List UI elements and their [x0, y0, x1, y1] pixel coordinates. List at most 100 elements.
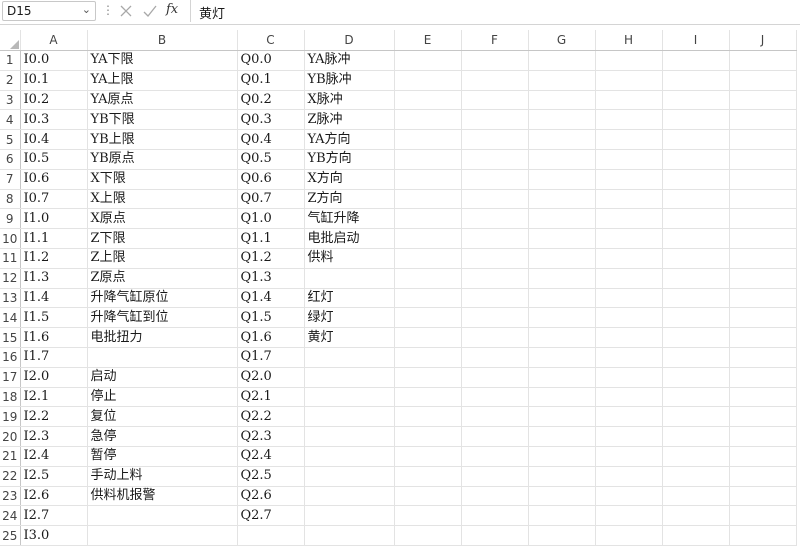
cell-b[interactable]: 启动: [87, 367, 238, 388]
cell-b[interactable]: 暂停: [87, 446, 238, 467]
cell-b[interactable]: 供料机报警: [87, 486, 238, 507]
cell-g[interactable]: [528, 288, 596, 309]
cell-e[interactable]: [394, 426, 462, 447]
cell-f[interactable]: [461, 268, 529, 289]
row-header[interactable]: 24: [0, 505, 21, 527]
cell-e[interactable]: [394, 505, 462, 527]
cell-a[interactable]: I0.4: [20, 129, 88, 150]
cell-e[interactable]: [394, 486, 462, 507]
cell-h[interactable]: [595, 228, 663, 249]
cell-a[interactable]: I0.1: [20, 70, 88, 91]
name-box[interactable]: D15 ⌄: [2, 1, 96, 21]
cell-g[interactable]: [528, 426, 596, 447]
row-header[interactable]: 4: [0, 109, 21, 131]
cell-d[interactable]: X方向: [304, 169, 395, 190]
cell-b[interactable]: 急停: [87, 426, 238, 447]
cell-i[interactable]: [662, 426, 730, 447]
cell-g[interactable]: [528, 129, 596, 150]
cell-h[interactable]: [595, 446, 663, 467]
column-header-b[interactable]: B: [87, 30, 238, 51]
cell-i[interactable]: [662, 367, 730, 388]
row-header[interactable]: 18: [0, 387, 21, 408]
cell-h[interactable]: [595, 169, 663, 190]
cell-f[interactable]: [461, 50, 529, 71]
cell-f[interactable]: [461, 486, 529, 507]
cell-b[interactable]: YB下限: [87, 109, 238, 131]
cell-j[interactable]: [729, 90, 797, 111]
cell-j[interactable]: [729, 129, 797, 150]
cell-g[interactable]: [528, 169, 596, 190]
cell-d[interactable]: 供料: [304, 248, 395, 269]
cell-g[interactable]: [528, 149, 596, 170]
column-header-f[interactable]: F: [461, 30, 529, 51]
row-header[interactable]: 20: [0, 426, 21, 447]
cell-g[interactable]: [528, 387, 596, 408]
cell-f[interactable]: [461, 208, 529, 230]
cell-b[interactable]: 手动上料: [87, 466, 238, 487]
cell-d[interactable]: 红灯: [304, 288, 395, 309]
cell-f[interactable]: [461, 446, 529, 467]
cell-i[interactable]: [662, 525, 730, 546]
cell-h[interactable]: [595, 129, 663, 150]
cell-h[interactable]: [595, 189, 663, 210]
cell-h[interactable]: [595, 149, 663, 170]
cell-b[interactable]: YA原点: [87, 90, 238, 111]
cell-d[interactable]: YB脉冲: [304, 70, 395, 91]
formula-input[interactable]: 黄灯: [190, 0, 800, 22]
cell-i[interactable]: [662, 347, 730, 368]
cell-h[interactable]: [595, 307, 663, 329]
cell-g[interactable]: [528, 466, 596, 487]
select-all-corner[interactable]: [0, 30, 21, 51]
cell-f[interactable]: [461, 228, 529, 249]
cell-c[interactable]: Q1.5: [237, 307, 305, 329]
cell-e[interactable]: [394, 347, 462, 368]
cell-i[interactable]: [662, 149, 730, 170]
row-header[interactable]: 21: [0, 446, 21, 467]
cell-e[interactable]: [394, 70, 462, 91]
cell-f[interactable]: [461, 169, 529, 190]
cell-f[interactable]: [461, 347, 529, 368]
cell-b[interactable]: 升降气缸到位: [87, 307, 238, 329]
cell-g[interactable]: [528, 208, 596, 230]
cell-j[interactable]: [729, 50, 797, 71]
cell-d[interactable]: [304, 505, 395, 527]
column-header-j[interactable]: J: [729, 30, 797, 51]
cell-h[interactable]: [595, 525, 663, 546]
cell-d[interactable]: [304, 268, 395, 289]
cell-j[interactable]: [729, 268, 797, 289]
cell-f[interactable]: [461, 189, 529, 210]
row-header[interactable]: 23: [0, 486, 21, 507]
cell-h[interactable]: [595, 288, 663, 309]
cell-a[interactable]: I1.7: [20, 347, 88, 368]
cell-f[interactable]: [461, 525, 529, 546]
cell-h[interactable]: [595, 109, 663, 131]
cell-a[interactable]: I1.4: [20, 288, 88, 309]
cell-c[interactable]: Q0.4: [237, 129, 305, 150]
cell-e[interactable]: [394, 129, 462, 150]
cell-f[interactable]: [461, 505, 529, 527]
cell-c[interactable]: Q1.2: [237, 248, 305, 269]
cell-a[interactable]: I1.6: [20, 327, 88, 348]
confirm-icon[interactable]: [142, 2, 158, 20]
cell-e[interactable]: [394, 149, 462, 170]
cell-g[interactable]: [528, 70, 596, 91]
cell-j[interactable]: [729, 426, 797, 447]
cell-i[interactable]: [662, 208, 730, 230]
cell-d[interactable]: 绿灯: [304, 307, 395, 329]
cell-j[interactable]: [729, 228, 797, 249]
cell-c[interactable]: Q2.7: [237, 505, 305, 527]
cell-g[interactable]: [528, 367, 596, 388]
cell-e[interactable]: [394, 109, 462, 131]
cell-b[interactable]: [87, 525, 238, 546]
cell-c[interactable]: Q1.3: [237, 268, 305, 289]
cell-h[interactable]: [595, 70, 663, 91]
cell-b[interactable]: X下限: [87, 169, 238, 190]
cell-f[interactable]: [461, 70, 529, 91]
cell-h[interactable]: [595, 248, 663, 269]
cell-b[interactable]: Z上限: [87, 248, 238, 269]
cell-h[interactable]: [595, 486, 663, 507]
cell-c[interactable]: Q0.0: [237, 50, 305, 71]
cell-b[interactable]: 电批扭力: [87, 327, 238, 348]
cell-b[interactable]: YA下限: [87, 50, 238, 71]
cell-d[interactable]: 气缸升降: [304, 208, 395, 230]
